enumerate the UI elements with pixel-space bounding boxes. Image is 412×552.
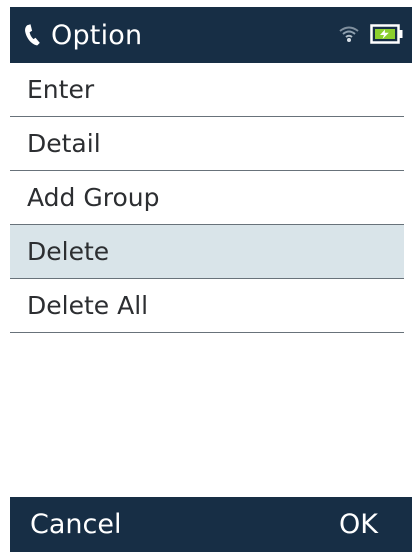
menu-item-delete-all[interactable]: Delete All — [10, 279, 404, 333]
menu-item-label: Enter — [27, 75, 95, 104]
menu-item-detail[interactable]: Detail — [10, 117, 404, 171]
battery-charging-icon — [370, 23, 404, 45]
menu-item-add-group[interactable]: Add Group — [10, 171, 404, 225]
menu-item-delete[interactable]: Delete — [10, 225, 404, 279]
menu-item-label: Delete All — [27, 291, 149, 320]
menu-item-label: Detail — [27, 129, 101, 158]
menu-item-enter[interactable]: Enter — [10, 63, 404, 117]
softkey-bar: Cancel OK — [10, 497, 412, 552]
option-menu: Enter Detail Add Group Delete Delete All — [10, 63, 404, 333]
phone-screen: Option Enter Detail Add Group Delete Del… — [0, 0, 412, 552]
wifi-icon — [338, 25, 360, 43]
menu-item-label: Add Group — [27, 183, 160, 212]
ok-button[interactable]: OK — [339, 509, 378, 540]
page-title: Option — [51, 19, 143, 51]
title-bar: Option — [10, 7, 412, 63]
menu-item-label: Delete — [27, 237, 110, 266]
status-area — [338, 23, 404, 45]
phone-handset-icon — [21, 22, 43, 48]
cancel-button[interactable]: Cancel — [30, 509, 121, 540]
